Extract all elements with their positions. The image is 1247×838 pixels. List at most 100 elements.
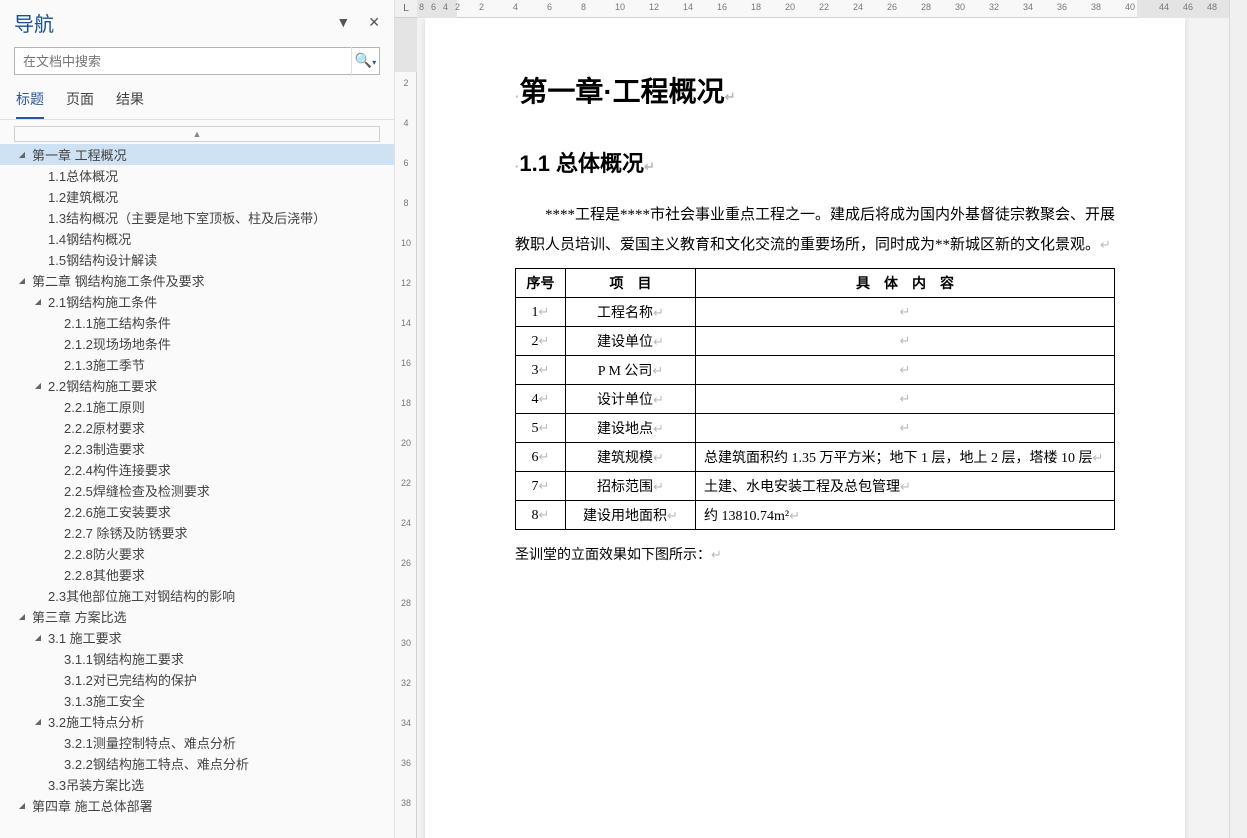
vertical-ruler: L 2468101214161820222426283032343638 <box>395 0 417 838</box>
outline-item[interactable]: ◢第三章 方案比选 <box>0 606 394 627</box>
nav-dropdown-icon[interactable]: ▼ <box>336 14 350 31</box>
horizontal-ruler: 8642 24681012141618202224262830323436384… <box>417 0 1229 18</box>
paragraph: ****工程是****市社会事业重点工程之一。建成后将成为国内外基督徒宗教聚会、… <box>515 200 1115 260</box>
outline-label: 2.1.1施工结构条件 <box>60 313 171 332</box>
table-row: 3↵P M 公司↵↵ <box>516 356 1115 385</box>
outline-tree: ◢第一章 工程概况▶1.1总体概况▶1.2建筑概况▶1.3结构概况（主要是地下室… <box>0 142 394 838</box>
outline-item[interactable]: ▶1.5钢结构设计解读 <box>0 249 394 270</box>
outline-item[interactable]: ▶2.2.1施工原则 <box>0 396 394 417</box>
outline-label: 2.2.1施工原则 <box>60 397 145 416</box>
outline-label: 3.2施工特点分析 <box>44 712 144 731</box>
expand-icon[interactable]: ◢ <box>16 612 28 621</box>
outline-item[interactable]: ◢2.1钢结构施工条件 <box>0 291 394 312</box>
table-header: 项 目 <box>566 269 696 298</box>
outline-label: 1.2建筑概况 <box>44 187 118 206</box>
table-row: 5↵建设地点↵↵ <box>516 414 1115 443</box>
vertical-scrollbar[interactable] <box>1229 0 1247 838</box>
expand-icon[interactable]: ◢ <box>32 381 44 390</box>
outline-label: 3.1.3施工安全 <box>60 691 145 710</box>
outline-label: 3.1.2对已完结构的保护 <box>60 670 197 689</box>
document-page: ·第一章·工程概况↵ ·1.1 总体概况↵ ****工程是****市社会事业重点… <box>425 18 1185 838</box>
outline-item[interactable]: ◢第二章 钢结构施工条件及要求 <box>0 270 394 291</box>
outline-label: 2.1.2现场场地条件 <box>60 334 171 353</box>
outline-item[interactable]: ▶2.2.6施工安装要求 <box>0 501 394 522</box>
outline-item[interactable]: ◢第一章 工程概况 <box>0 144 394 165</box>
table-row: 4↵设计单位↵↵ <box>516 385 1115 414</box>
figure-caption: 圣训堂的立面效果如下图所示：↵ <box>515 544 1115 564</box>
outline-label: 1.3结构概况（主要是地下室顶板、柱及后浇带） <box>44 208 326 227</box>
expand-icon[interactable]: ◢ <box>32 633 44 642</box>
outline-item[interactable]: ▶3.2.1测量控制特点、难点分析 <box>0 732 394 753</box>
outline-label: 第一章 工程概况 <box>28 145 127 164</box>
outline-label: 3.1.1钢结构施工要求 <box>60 649 184 668</box>
outline-item[interactable]: ▶2.2.7 除锈及防锈要求 <box>0 522 394 543</box>
nav-search: 🔍▾ <box>14 47 380 75</box>
outline-item[interactable]: ▶2.3其他部位施工对钢结构的影响 <box>0 585 394 606</box>
collapse-all-button[interactable]: ▲ <box>14 126 380 142</box>
outline-item[interactable]: ◢2.2钢结构施工要求 <box>0 375 394 396</box>
outline-item[interactable]: ◢3.1 施工要求 <box>0 627 394 648</box>
table-row: 1↵工程名称↵↵ <box>516 298 1115 327</box>
outline-label: 3.2.1测量控制特点、难点分析 <box>60 733 236 752</box>
table-row: 6↵建筑规模↵总建筑面积约 1.35 万平方米；地下 1 层，地上 2 层，塔楼… <box>516 443 1115 472</box>
outline-item[interactable]: ▶2.2.8其他要求 <box>0 564 394 585</box>
ruler-corner-icon[interactable]: L <box>395 0 417 18</box>
outline-item[interactable]: ▶2.2.2原材要求 <box>0 417 394 438</box>
document-area: L 2468101214161820222426283032343638 864… <box>395 0 1247 838</box>
navigation-pane: 导航 ▼ ✕ 🔍▾ 标题 页面 结果 ▲ ◢第一章 工程概况▶1.1总体概况▶1… <box>0 0 395 838</box>
outline-label: 1.4钢结构概况 <box>44 229 131 248</box>
outline-label: 2.2.8其他要求 <box>60 565 145 584</box>
tab-headings[interactable]: 标题 <box>16 89 44 119</box>
outline-label: 第四章 施工总体部署 <box>28 796 153 815</box>
outline-item[interactable]: ▶3.2.2钢结构施工特点、难点分析 <box>0 753 394 774</box>
outline-item[interactable]: ▶3.3吊装方案比选 <box>0 774 394 795</box>
outline-label: 2.1.3施工季节 <box>60 355 145 374</box>
outline-item[interactable]: ▶2.2.3制造要求 <box>0 438 394 459</box>
outline-item[interactable]: ▶2.1.3施工季节 <box>0 354 394 375</box>
outline-label: 3.1 施工要求 <box>44 628 122 647</box>
nav-title: 导航 <box>14 8 54 37</box>
search-icon[interactable]: 🔍▾ <box>351 47 379 76</box>
expand-icon[interactable]: ◢ <box>32 717 44 726</box>
expand-icon[interactable]: ◢ <box>16 276 28 285</box>
outline-item[interactable]: ▶1.3结构概况（主要是地下室顶板、柱及后浇带） <box>0 207 394 228</box>
table-header: 序号 <box>516 269 566 298</box>
outline-item[interactable]: ▶1.1总体概况 <box>0 165 394 186</box>
outline-item[interactable]: ◢3.2施工特点分析 <box>0 711 394 732</box>
outline-label: 2.3其他部位施工对钢结构的影响 <box>44 586 235 605</box>
outline-label: 2.2.3制造要求 <box>60 439 145 458</box>
tab-results[interactable]: 结果 <box>116 89 144 119</box>
outline-item[interactable]: ▶2.1.1施工结构条件 <box>0 312 394 333</box>
outline-item[interactable]: ▶3.1.2对已完结构的保护 <box>0 669 394 690</box>
outline-label: 1.1总体概况 <box>44 166 118 185</box>
search-input[interactable] <box>15 54 351 69</box>
outline-label: 2.1钢结构施工条件 <box>44 292 157 311</box>
outline-item[interactable]: ▶1.4钢结构概况 <box>0 228 394 249</box>
nav-close-icon[interactable]: ✕ <box>368 14 380 31</box>
table-row: 2↵建设单位↵↵ <box>516 327 1115 356</box>
outline-item[interactable]: ▶2.2.4构件连接要求 <box>0 459 394 480</box>
document-scroll[interactable]: ·第一章·工程概况↵ ·1.1 总体概况↵ ****工程是****市社会事业重点… <box>417 18 1229 838</box>
expand-icon[interactable]: ◢ <box>16 801 28 810</box>
tab-pages[interactable]: 页面 <box>66 89 94 119</box>
heading-1: ·第一章·工程概况↵ <box>515 70 1115 110</box>
outline-label: 1.5钢结构设计解读 <box>44 250 157 269</box>
outline-item[interactable]: ▶1.2建筑概况 <box>0 186 394 207</box>
nav-tabs: 标题 页面 结果 <box>0 83 394 120</box>
expand-icon[interactable]: ◢ <box>16 150 28 159</box>
outline-item[interactable]: ▶3.1.3施工安全 <box>0 690 394 711</box>
expand-icon[interactable]: ◢ <box>32 297 44 306</box>
heading-2: ·1.1 总体概况↵ <box>515 146 1115 178</box>
outline-label: 2.2钢结构施工要求 <box>44 376 157 395</box>
outline-label: 2.2.8防火要求 <box>60 544 145 563</box>
outline-item[interactable]: ▶3.1.1钢结构施工要求 <box>0 648 394 669</box>
outline-label: 3.3吊装方案比选 <box>44 775 144 794</box>
outline-item[interactable]: ▶2.2.5焊缝检查及检测要求 <box>0 480 394 501</box>
outline-item[interactable]: ▶2.2.8防火要求 <box>0 543 394 564</box>
outline-item[interactable]: ▶2.1.2现场场地条件 <box>0 333 394 354</box>
outline-item[interactable]: ◢第四章 施工总体部署 <box>0 795 394 816</box>
outline-label: 2.2.4构件连接要求 <box>60 460 171 479</box>
outline-label: 2.2.2原材要求 <box>60 418 145 437</box>
table-header: 具 体 内 容 <box>696 269 1115 298</box>
project-table: 序号项 目具 体 内 容 1↵工程名称↵↵2↵建设单位↵↵3↵P M 公司↵↵4… <box>515 268 1115 530</box>
